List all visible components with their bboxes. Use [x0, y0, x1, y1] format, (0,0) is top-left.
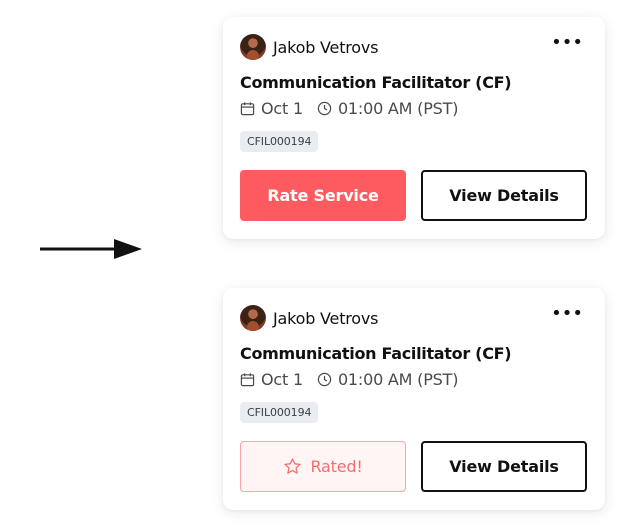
date-group: Oct 1: [240, 370, 303, 389]
rated-button[interactable]: Rated!: [240, 441, 406, 492]
card-header: Jakob Vetrovs •••: [240, 33, 587, 61]
booking-code-badge: CFIL000194: [240, 131, 319, 152]
avatar: [240, 305, 266, 331]
arrow-right-icon: [40, 239, 142, 259]
date-group: Oct 1: [240, 99, 303, 118]
appointment-time: 01:00 AM (PST): [337, 98, 459, 118]
time-group: 01:00 AM (PST): [317, 370, 458, 389]
appointment-card-rated: Jakob Vetrovs ••• Communication Facilita…: [223, 288, 605, 510]
appointment-date: Oct 1: [261, 98, 303, 118]
more-options-icon[interactable]: •••: [547, 303, 587, 325]
calendar-icon: [240, 372, 255, 386]
clock-icon: [317, 101, 332, 115]
rate-service-button[interactable]: Rate Service: [240, 170, 406, 221]
service-title: Communication Facilitator (CF): [240, 73, 512, 92]
appointment-card-unrated: Jakob Vetrovs ••• Communication Facilita…: [223, 17, 605, 239]
avatar: [240, 34, 266, 60]
user-name: Jakob Vetrovs: [273, 37, 379, 57]
time-group: 01:00 AM (PST): [317, 99, 458, 118]
more-options-icon[interactable]: •••: [547, 32, 587, 54]
rated-label: Rated!: [310, 457, 363, 476]
service-title: Communication Facilitator (CF): [240, 344, 512, 363]
calendar-icon: [240, 101, 255, 115]
appointment-date: Oct 1: [261, 369, 303, 389]
star-icon: [284, 458, 302, 474]
card-header: Jakob Vetrovs •••: [240, 304, 587, 332]
clock-icon: [317, 372, 332, 386]
view-details-button[interactable]: View Details: [421, 441, 587, 492]
appointment-meta: Oct 1 01:00 AM (PST): [240, 98, 458, 118]
user-name: Jakob Vetrovs: [273, 308, 379, 328]
booking-code-badge: CFIL000194: [240, 402, 319, 423]
appointment-meta: Oct 1 01:00 AM (PST): [240, 369, 458, 389]
view-details-button[interactable]: View Details: [421, 170, 587, 221]
appointment-time: 01:00 AM (PST): [337, 369, 459, 389]
